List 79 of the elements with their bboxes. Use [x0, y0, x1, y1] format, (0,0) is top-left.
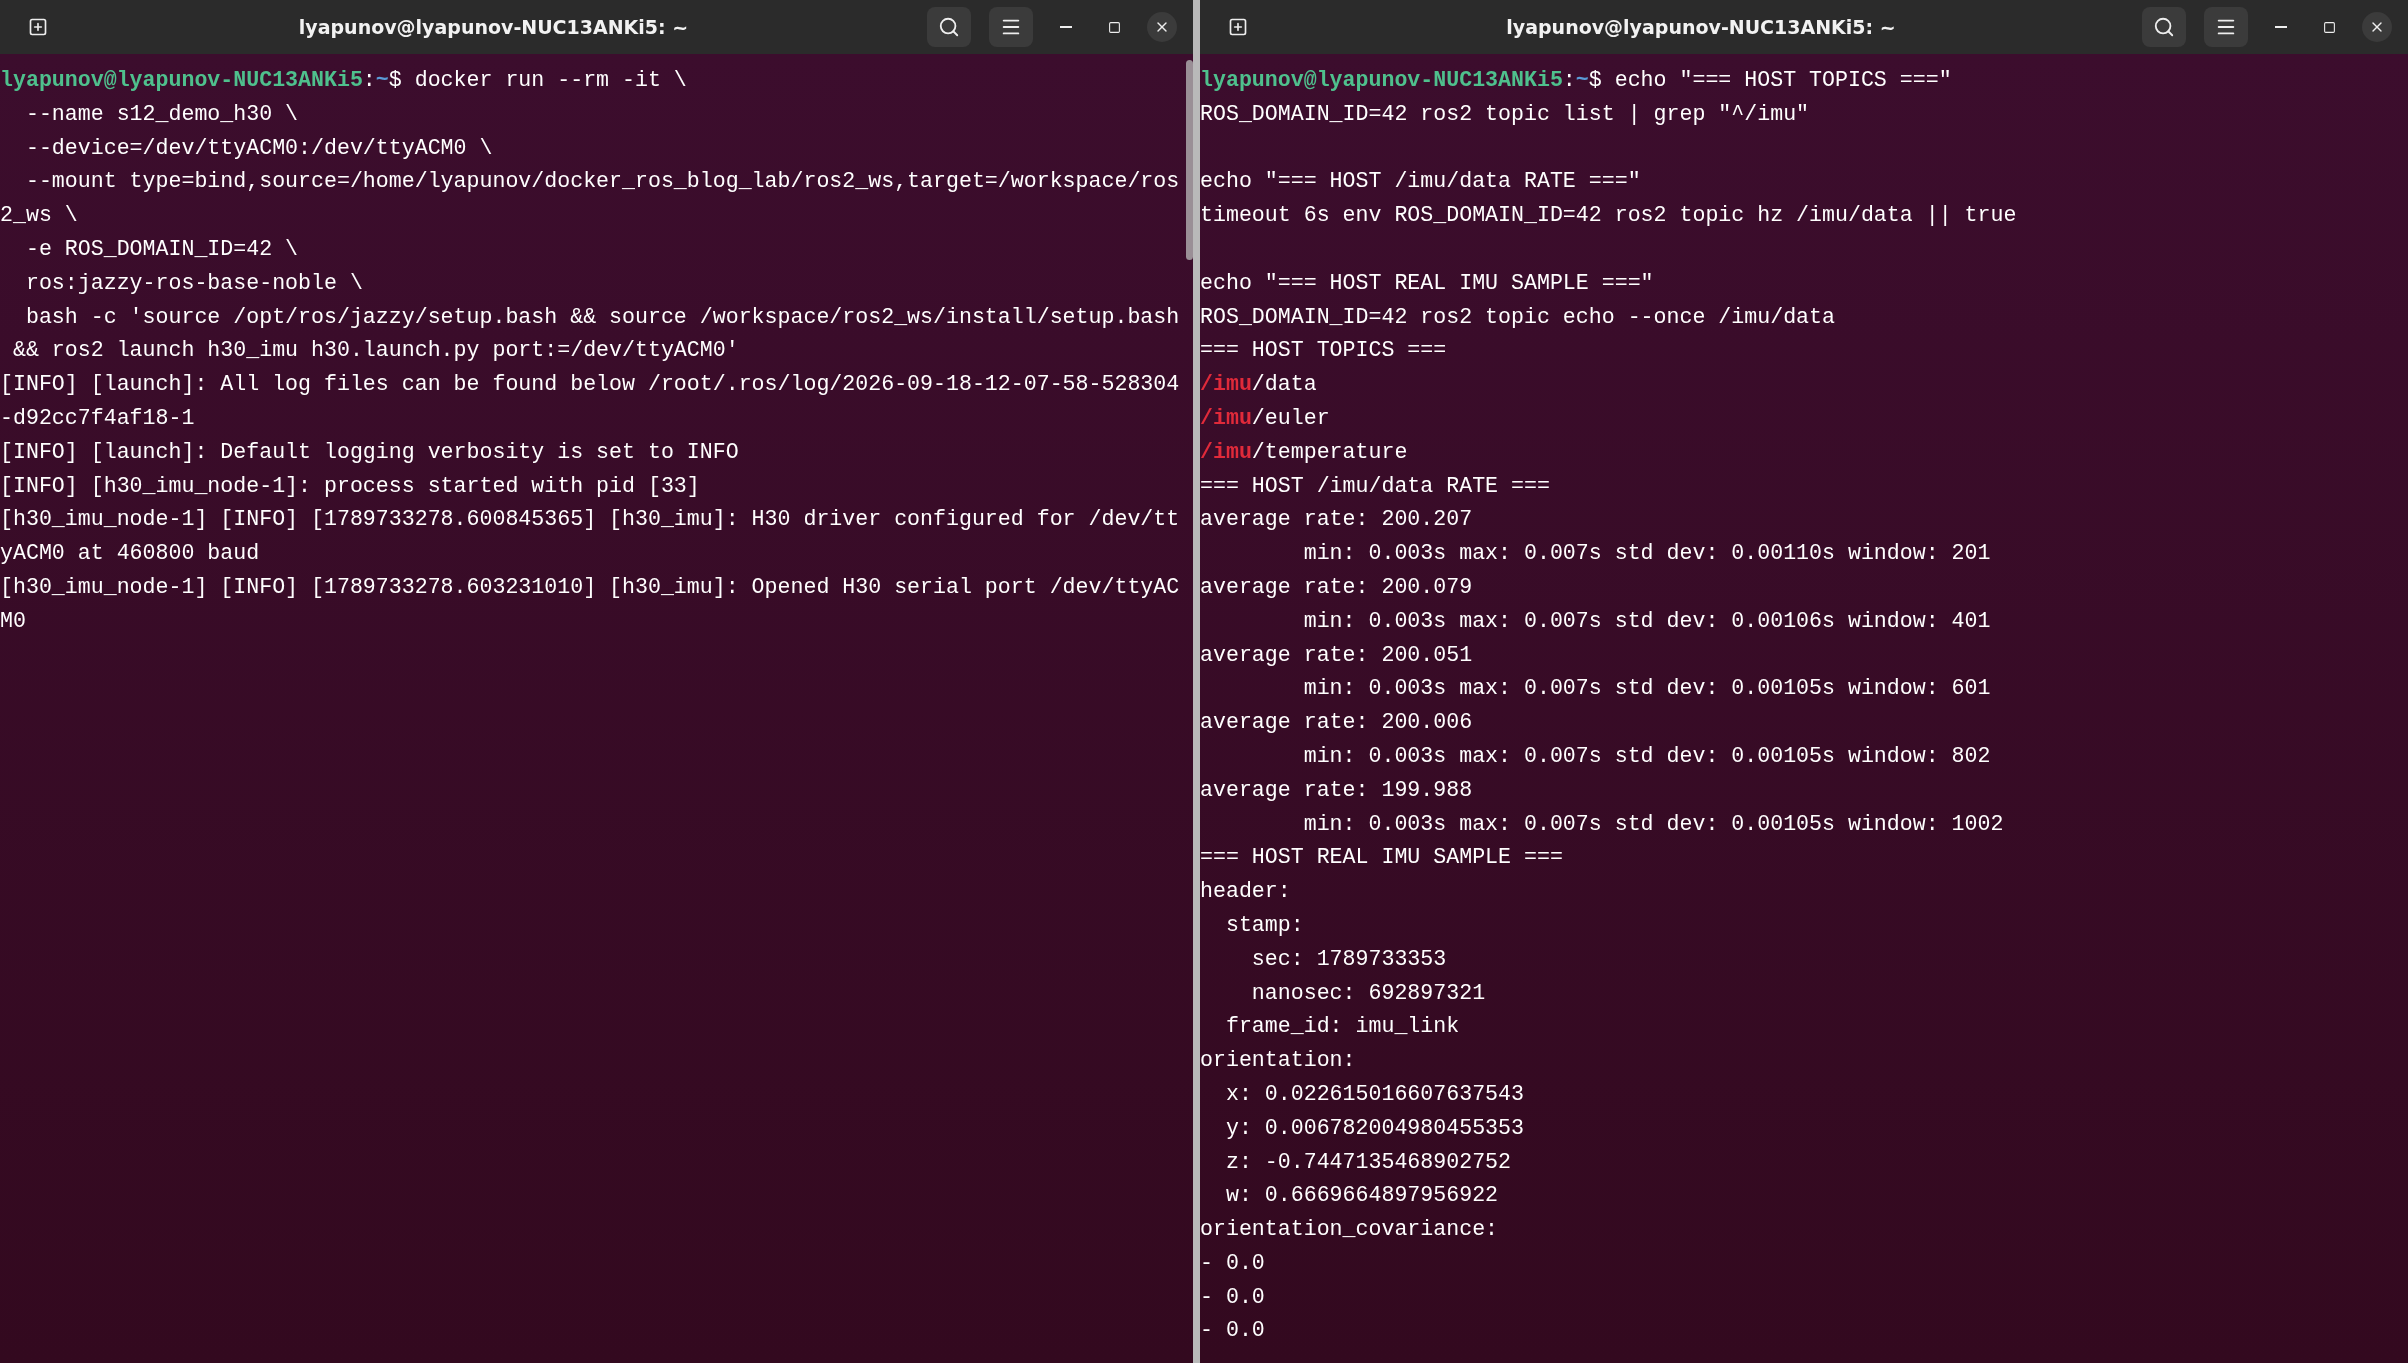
output-text: min: 0.003s max: 0.007s std dev: 0.00110s window: 201 [1302, 541, 1991, 566]
plus-square-icon [28, 17, 48, 37]
output-text: ROS_DOMAIN_ID=42 ros2 topic list | grep "^/imu" [1200, 101, 1810, 126]
output-text: echo "=== HOST REAL IMU SAMPLE ===" [1200, 270, 1654, 295]
output-text: yACM0 at 460800 baud [0, 541, 260, 566]
output-text: ros:jazzy-ros-base-noble \ [24, 270, 363, 295]
output-text: && ros2 launch h30_imu h30.launch.py port:=/dev/ttyACM0' [11, 338, 739, 363]
output-text: y: 0.006782004980455353 [1224, 1115, 1524, 1140]
output-text: orientation: [1200, 1048, 1356, 1073]
grep-match: /imu [1200, 405, 1252, 430]
menu-button[interactable] [989, 7, 1033, 47]
close-button[interactable] [2362, 12, 2392, 42]
scrollbar[interactable] [1186, 60, 1193, 260]
output-text: - 0.0 [1200, 1250, 1265, 1275]
output-text: average rate: 200.006 [1200, 710, 1473, 735]
prompt-path: ~ [375, 68, 389, 92]
output-text: min: 0.003s max: 0.007s std dev: 0.00105s window: 1002 [1302, 811, 2004, 836]
command-text: $ docker run --rm -it \ [388, 68, 687, 92]
output-text: === HOST REAL IMU SAMPLE === [1200, 845, 1563, 870]
plus-square-icon [1228, 17, 1248, 37]
output-text: header: [1200, 879, 1291, 904]
output-text: frame_id: imu_link [1224, 1014, 1460, 1039]
output-text: [h30_imu_node-1] [INFO] [1789733278.603231010] [h30_imu]: Opened H30 serial port /dev/ttyAC [0, 574, 1180, 599]
grep-match: /imu [1200, 372, 1252, 397]
close-button[interactable] [1147, 12, 1177, 42]
output-text: min: 0.003s max: 0.007s std dev: 0.00105s window: 601 [1302, 676, 1991, 701]
command-text: $ echo "=== HOST TOPICS ===" [1588, 68, 1952, 92]
search-button[interactable] [2142, 7, 2186, 47]
minimize-icon [1060, 26, 1072, 28]
output-text: average rate: 200.051 [1200, 642, 1473, 667]
output-text: 2_ws \ [0, 203, 78, 228]
output-text: -e ROS_DOMAIN_ID=42 \ [24, 237, 299, 261]
search-icon [2153, 16, 2175, 38]
output-text: --device=/dev/ttyACM0:/dev/ttyACM0 \ [24, 135, 493, 160]
output-text: stamp: [1224, 912, 1304, 937]
output-text: min: 0.003s max: 0.007s std dev: 0.00105s window: 802 [1302, 743, 1991, 768]
output-text: nanosec: 692897321 [1250, 980, 1486, 1005]
output-text: timeout 6s env ROS_DOMAIN_ID=42 ros2 topic hz /imu/data || true [1200, 203, 2017, 228]
prompt-separator: : [362, 68, 376, 92]
output-text: ROS_DOMAIN_ID=42 ros2 topic echo --once /imu/data [1200, 304, 1835, 329]
output-text: [INFO] [launch]: All log files can be found below /root/.ros/log/2026-09-18-12-07-58-528304 [0, 372, 1180, 397]
window-title: lyapunov@lyapunov-NUC13ANKi5: ~ [1505, 16, 1897, 38]
output-text: /euler [1251, 405, 1330, 430]
output-text: echo "=== HOST /imu/data RATE ===" [1200, 169, 1641, 194]
prompt-user: lyapunov@lyapunov-NUC13ANKi5 [1200, 68, 1563, 92]
output-text: average rate: 199.988 [1200, 777, 1473, 802]
output-text: min: 0.003s max: 0.007s std dev: 0.00106s window: 401 [1302, 608, 1991, 633]
maximize-icon [2322, 20, 2336, 34]
window-title: lyapunov@lyapunov-NUC13ANKi5: ~ [297, 16, 690, 38]
output-text: - 0.0 [1200, 1318, 1265, 1343]
search-icon [938, 16, 960, 38]
maximize-icon [1107, 20, 1121, 34]
output-text: average rate: 200.079 [1200, 574, 1473, 599]
output-text: - 0.0 [1200, 1284, 1265, 1309]
menu-button[interactable] [2204, 7, 2248, 47]
output-text: === HOST /imu/data RATE === [1200, 473, 1550, 498]
output-text: orientation_covariance: [1200, 1217, 1499, 1242]
output-text: x: 0.022615016607637543 [1224, 1081, 1524, 1106]
output-text: z: -0.7447135468902752 [1224, 1149, 1511, 1174]
output-text: --name s12_demo_h30 \ [24, 101, 299, 126]
output-text: w: 0.6669664897956922 [1224, 1183, 1499, 1208]
output-text: /data [1251, 372, 1317, 397]
output-text: M0 [0, 608, 26, 633]
output-text: [INFO] [launch]: Default logging verbosity is set to INFO [0, 439, 739, 464]
prompt-separator: : [1562, 68, 1576, 92]
output-text: [h30_imu_node-1] [INFO] [1789733278.600845365] [h30_imu]: H30 driver configured for /dev/tt [0, 507, 1180, 532]
prompt-user: lyapunov@lyapunov-NUC13ANKi5 [0, 68, 363, 92]
prompt-path: ~ [1575, 68, 1589, 92]
output-text: === HOST TOPICS === [1200, 338, 1447, 363]
search-button[interactable] [927, 7, 971, 47]
minimize-icon [2275, 26, 2287, 28]
output-text: sec: 1789733353 [1250, 946, 1447, 971]
output-text: --mount type=bind,source=/home/lyapunov/docker_ros_blog_lab/ros2_ws,target=/workspace/ros [24, 169, 1180, 194]
output-text: -d92cc7f4af18-1 [0, 405, 195, 430]
output-text: bash -c 'source /opt/ros/jazzy/setup.bash && source /workspace/ros2_ws/install/setup.bash [24, 304, 1180, 329]
grep-match: /imu [1200, 439, 1252, 464]
output-text: [INFO] [h30_imu_node-1]: process started with pid [33] [0, 473, 700, 498]
output-text: average rate: 200.207 [1200, 507, 1473, 532]
output-text: /temperature [1251, 439, 1408, 464]
